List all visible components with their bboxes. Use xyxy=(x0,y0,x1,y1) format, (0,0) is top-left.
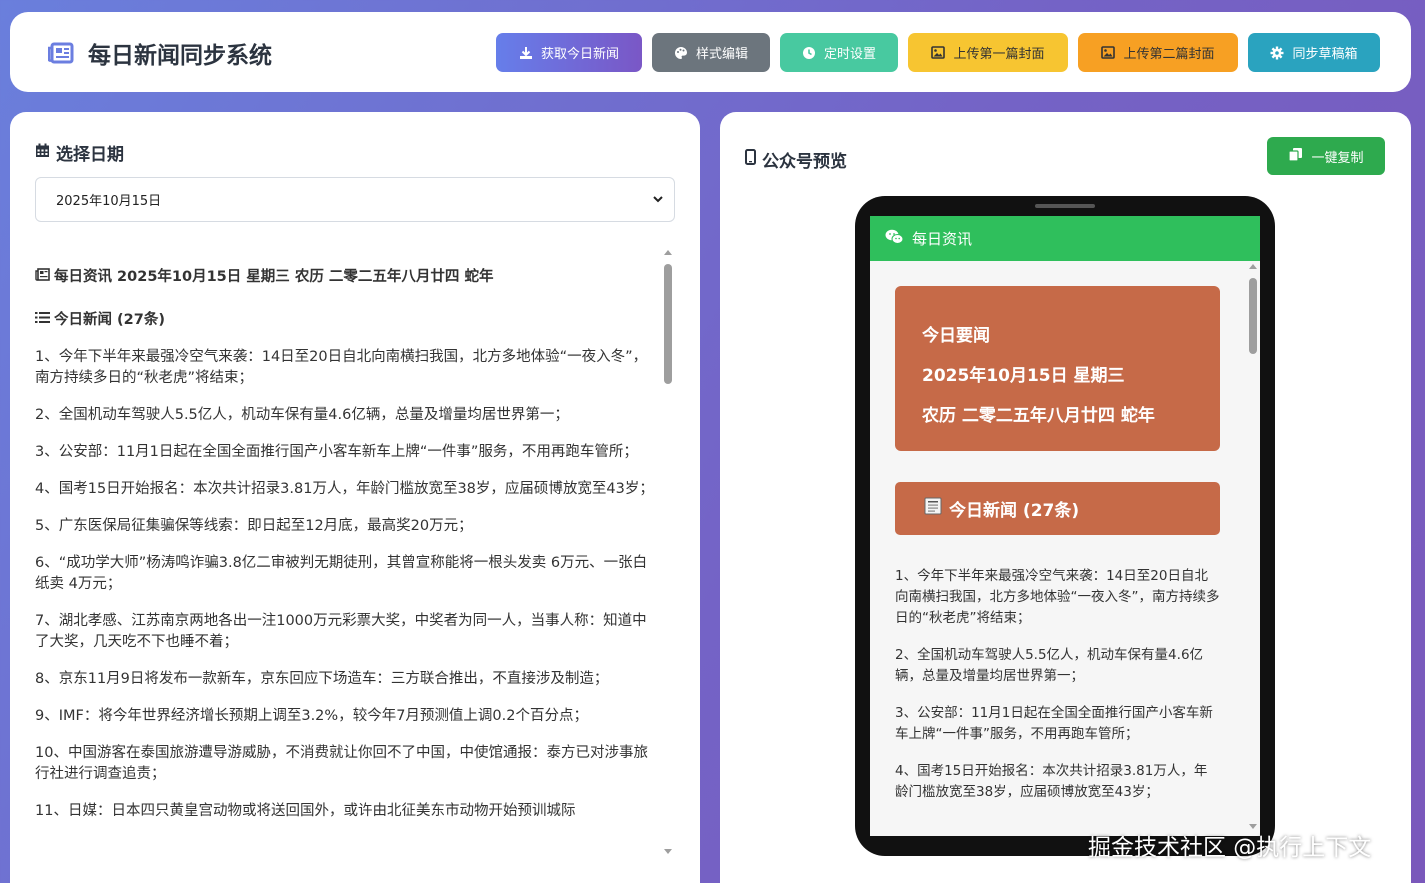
news-item: 7、湖北孝感、江苏南京两地各出一注1000万元彩票大奖，中奖者为同一人，当事人称… xyxy=(35,613,647,650)
summary-title: 今日要闻 xyxy=(922,326,990,346)
news-item: 11、日媒：日本四只黄皇宫动物或将送回国外，或许由北征美东市动物开始预训城际 xyxy=(35,803,576,819)
wechat-preview-panel: 公众号预览 一键复制 每日资讯 今日要闻 2025年10月15日 星期三 农历 … xyxy=(720,112,1411,883)
news-item: 3、公安部：11月1日起在全国全面推行国产小客车新车上牌“一件事”服务，不用再跑… xyxy=(35,444,638,460)
download-icon xyxy=(519,46,533,60)
select-date-heading: 选择日期 xyxy=(35,140,124,165)
preview-heading: 公众号预览 xyxy=(745,147,847,172)
upload-second-cover-button[interactable]: 上传第二篇封面 xyxy=(1078,33,1238,72)
news-item: 8、京东11月9日将发布一款新车，京东回应下场造车：三方联合推出，不直接涉及制造… xyxy=(35,671,609,687)
news-list: 1、今年下半年来最强冷空气来袭：14日至20日自北向南横扫我国，北方多地体验“一… xyxy=(35,347,660,822)
phone-news-item: 2、全国机动车驾驶人5.5亿人，机动车保有量4.6亿辆，总量及增量均居世界第一； xyxy=(895,647,1204,684)
news-count-card: 今日新闻 (27条) xyxy=(895,482,1220,535)
newspaper-icon xyxy=(35,267,50,288)
news-header: 每日资讯 2025年10月15日 星期三 农历 二零二五年八月廿四 蛇年 xyxy=(35,267,660,288)
fetch-news-button[interactable]: 获取今日新闻 xyxy=(496,33,642,72)
app-title: 每日新闻同步系统 xyxy=(48,36,272,70)
news-item: 9、IMF：将今年世界经济增长预期上调至3.2%，较今年7月预测值上调0.2个百… xyxy=(35,708,588,724)
upload-first-cover-button[interactable]: 上传第一篇封面 xyxy=(908,33,1068,72)
news-count-heading: 今日新闻 (27条) xyxy=(35,310,660,331)
news-item: 10、中国游客在泰国旅游遭导游威胁，不消费就让你回不了中国，中使馆通报：泰方已对… xyxy=(35,745,648,782)
sync-drafts-button[interactable]: 同步草稿箱 xyxy=(1248,33,1380,72)
calendar-icon xyxy=(35,143,50,163)
phone-mockup: 每日资讯 今日要闻 2025年10月15日 星期三 农历 二零二五年八月廿四 蛇… xyxy=(855,196,1275,856)
news-item: 4、国考15日开始报名：本次共计招录3.81万人，年龄门槛放宽至38岁，应届硕博… xyxy=(35,481,654,497)
style-edit-button[interactable]: 样式编辑 xyxy=(652,33,770,72)
summary-lunar-date: 农历 二零二五年八月廿四 蛇年 xyxy=(922,406,1155,426)
phone-news-list: 1、今年下半年来最强冷空气来袭：14日至20日自北向南横扫我国，北方多地体验“一… xyxy=(895,566,1220,803)
phone-notch xyxy=(1035,204,1095,208)
newspaper-icon xyxy=(923,496,943,521)
news-item: 5、广东医保局征集骗保等线索：即日起至12月底，最高奖20万元； xyxy=(35,518,473,534)
date-news-panel: 选择日期 2025年10月15日 每日资讯 2025年10月15日 星期三 农历… xyxy=(10,112,700,883)
app-title-text: 每日新闻同步系统 xyxy=(88,43,272,69)
news-item: 6、“成功学大师”杨涛鸣诈骗3.8亿二审被判无期徒刑，其曾宣称能将一根头发卖 6… xyxy=(35,555,648,592)
daily-summary-card: 今日要闻 2025年10月15日 星期三 农历 二零二五年八月廿四 蛇年 xyxy=(895,286,1220,451)
phone-screen[interactable]: 每日资讯 今日要闻 2025年10月15日 星期三 农历 二零二五年八月廿四 蛇… xyxy=(870,216,1260,836)
phone-news-item: 4、国考15日开始报名：本次共计招录3.81万人，年龄门槛放宽至38岁，应届硕博… xyxy=(895,763,1208,800)
phone-news-item: 1、今年下半年来最强冷空气来袭：14日至20日自北向南横扫我国，北方多地体验“一… xyxy=(895,568,1220,626)
image-icon xyxy=(1101,46,1116,59)
news-item: 2、全国机动车驾驶人5.5亿人，机动车保有量4.6亿辆，总量及增量均居世界第一； xyxy=(35,407,569,423)
watermark: 掘金技术社区 @执行上下文 xyxy=(1088,835,1372,861)
newspaper-icon xyxy=(48,42,74,64)
image-icon xyxy=(931,46,946,59)
news-text-area[interactable]: 每日资讯 2025年10月15日 星期三 农历 二零二五年八月廿四 蛇年 今日新… xyxy=(35,252,675,852)
clock-icon xyxy=(802,46,816,60)
summary-date: 2025年10月15日 星期三 xyxy=(922,366,1125,386)
list-icon xyxy=(35,310,50,331)
copy-icon xyxy=(1288,147,1303,166)
wechat-icon xyxy=(885,229,904,249)
date-select[interactable]: 2025年10月15日 xyxy=(35,177,675,222)
copy-all-button[interactable]: 一键复制 xyxy=(1267,137,1385,175)
top-header: 每日新闻同步系统 获取今日新闻 样式编辑 定时设置 上传第一篇封面 上传第二篇封… xyxy=(10,12,1411,92)
date-select-value: 2025年10月15日 xyxy=(56,194,162,209)
palette-icon xyxy=(674,46,688,60)
schedule-settings-button[interactable]: 定时设置 xyxy=(780,33,898,72)
phone-scrollbar[interactable] xyxy=(1248,264,1258,829)
news-scrollbar[interactable] xyxy=(663,250,673,854)
phone-news-item: 3、公安部：11月1日起在全国全面推行国产小客车新车上牌“一件事”服务，不用再跑… xyxy=(895,705,1213,742)
wechat-account-bar: 每日资讯 xyxy=(870,216,1260,261)
mobile-icon xyxy=(745,149,756,170)
news-item: 1、今年下半年来最强冷空气来袭：14日至20日自北向南横扫我国，北方多地体验“一… xyxy=(35,349,648,386)
gear-icon xyxy=(1270,46,1284,60)
chevron-down-icon xyxy=(652,193,664,209)
